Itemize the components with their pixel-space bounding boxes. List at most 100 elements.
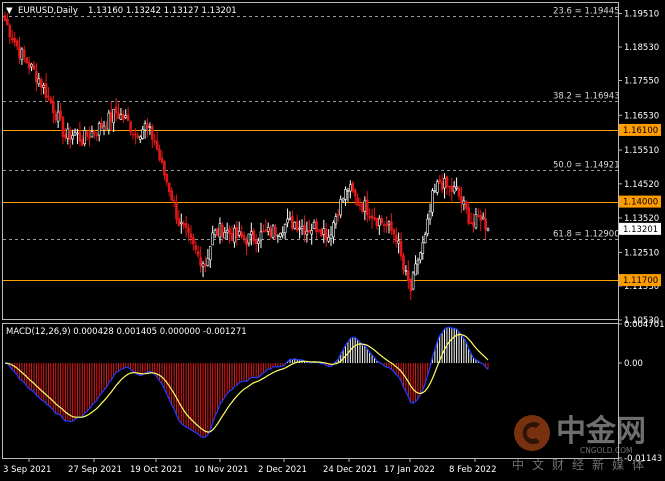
candle-body (237, 231, 241, 236)
fib-level-label: 38.2 = 1.16943 (553, 92, 620, 102)
candle-body (15, 40, 19, 47)
eurusd-daily-chart: 23.6 = 1.19445 38.2 = 1.16943 50.0 = 1.149… (0, 0, 665, 481)
candle-body (373, 217, 376, 220)
candle-body (307, 229, 311, 233)
candle-body (450, 185, 454, 192)
candle-body (141, 129, 144, 139)
candle-body (211, 232, 214, 246)
candle-body (414, 263, 417, 276)
candle-body (112, 108, 115, 124)
candle-body (172, 200, 176, 202)
symbol-timeframe: EURUSD,Daily (18, 6, 78, 16)
candle-body (218, 223, 222, 238)
candle-body (462, 200, 466, 205)
candle-body (27, 61, 31, 69)
candle-body (196, 251, 200, 256)
candle-body (216, 228, 219, 237)
candle-body (397, 240, 400, 244)
candle-body (365, 199, 369, 216)
candle-body (257, 240, 260, 244)
candle-body (266, 227, 270, 232)
candle-body (394, 234, 398, 242)
candle-body (469, 222, 473, 224)
macd-title: MACD(12,26,9) 0.000428 0.001405 0.000000… (6, 327, 247, 337)
candle-body (443, 178, 446, 189)
candle-body (240, 232, 243, 237)
candle-body (102, 125, 106, 131)
candle-body (361, 203, 364, 212)
candle-body (283, 223, 287, 234)
candle-body (136, 135, 140, 139)
candle-body (409, 278, 413, 292)
cngold-watermark-logo: 中金网 CNGOLD.COM 中文财经新媒体 (512, 414, 652, 472)
candle-body (66, 128, 70, 139)
price-tick-label: 1.14520 (624, 180, 659, 190)
candle-body (264, 229, 268, 232)
candle-body (329, 234, 333, 239)
candle-body (199, 257, 202, 267)
candle-body (134, 133, 137, 136)
candle-body (370, 215, 374, 219)
time-tick-label: 3 Sep 2021 (3, 465, 51, 475)
candle-body (76, 132, 79, 135)
cngold-logo-icon (514, 415, 550, 451)
fib-level-label: 23.6 = 1.19445 (553, 7, 620, 17)
candle-body (293, 221, 297, 229)
candle-body (184, 223, 188, 228)
candle-body (122, 113, 125, 120)
candle-body (344, 189, 347, 200)
candle-body (385, 224, 388, 227)
candle-body (126, 114, 130, 122)
price-tick-label: 1.17550 (624, 76, 659, 86)
fib-level-label: 50.0 = 1.14921 (553, 161, 620, 171)
price-tick-label: 1.16530 (624, 111, 659, 121)
candle-body (250, 231, 253, 235)
time-tick-label: 19 Oct 2021 (130, 465, 183, 475)
candle-body (259, 231, 263, 241)
price-tick-label: 1.10530 (624, 316, 659, 326)
candle-body (481, 216, 485, 220)
candle-body (322, 228, 326, 235)
candle-body (54, 113, 58, 121)
candle-body (78, 131, 82, 142)
candle-body (368, 216, 371, 218)
candle-body (187, 227, 190, 233)
candle-body (252, 230, 256, 241)
watermark-tagline: 中文财经新媒体 (512, 457, 652, 472)
candle-body (460, 196, 463, 203)
candle-body (262, 230, 265, 233)
ohlc-values: 1.13160 1.13242 1.13127 1.13201 (88, 6, 237, 16)
price-tick-label: 1.13520 (624, 214, 659, 224)
candle-body (298, 227, 301, 230)
candle-body (32, 65, 36, 70)
candle-body (440, 181, 444, 191)
candle-body (37, 78, 41, 85)
candle-body (486, 228, 490, 231)
candle-body (23, 49, 26, 58)
candle-body (467, 207, 470, 224)
candle-body (160, 157, 164, 163)
level-price-label: 1.16100 (623, 126, 658, 136)
candle-body (175, 202, 178, 220)
candle-body (303, 225, 306, 235)
candle-body (61, 116, 65, 137)
candle-body (477, 215, 480, 217)
candle-body (300, 226, 304, 230)
time-tick-label: 27 Sep 2021 (68, 465, 122, 475)
candle-body (419, 252, 422, 261)
candle-body (390, 221, 393, 231)
candle-body (247, 233, 251, 244)
candle-body (435, 181, 439, 193)
candle-body (73, 132, 77, 136)
candle-body (124, 115, 128, 118)
candle-body (153, 140, 157, 142)
candle-body (416, 260, 420, 265)
candle-body (167, 182, 171, 192)
candle-body (445, 176, 449, 188)
candle-body (129, 121, 132, 133)
candle-body (279, 232, 282, 237)
candle-body (221, 224, 224, 237)
candle-body (291, 216, 294, 229)
symbol-dropdown-icon[interactable]: ▼ (6, 6, 13, 16)
time-tick-label: 8 Feb 2022 (449, 465, 497, 475)
